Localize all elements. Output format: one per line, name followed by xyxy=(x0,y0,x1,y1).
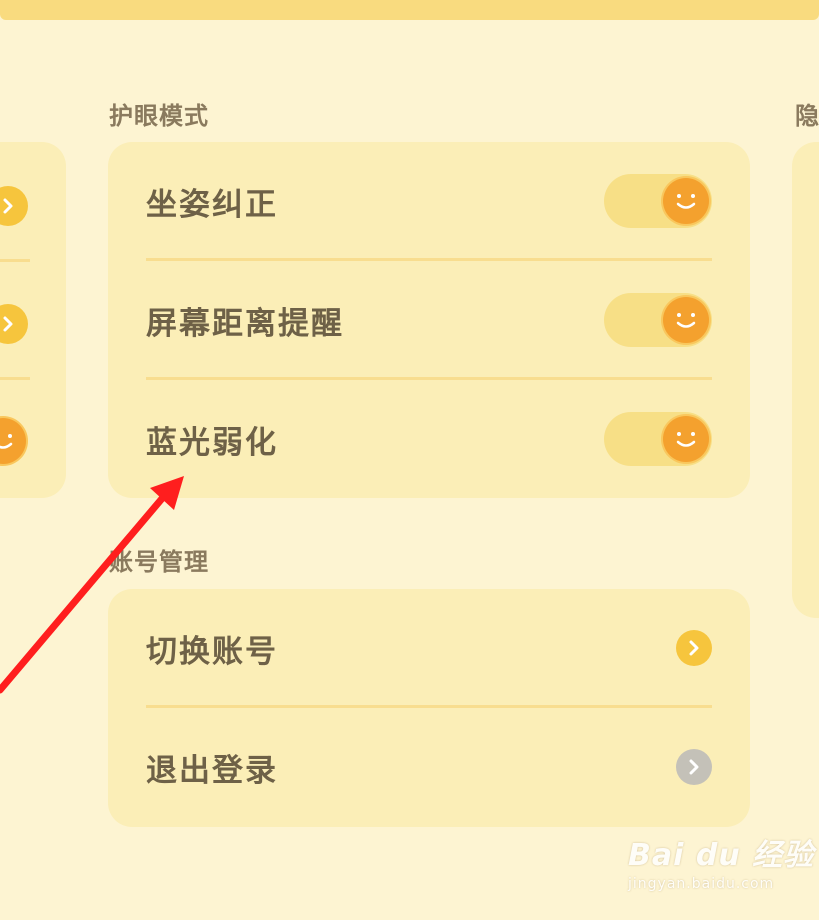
setting-label: 切换账号 xyxy=(146,633,278,670)
smiley-face-icon xyxy=(663,416,709,462)
chevron-right-icon[interactable] xyxy=(676,630,712,666)
setting-row-blue-light[interactable]: 蓝光弱化 xyxy=(146,380,712,498)
setting-label: 蓝光弱化 xyxy=(146,424,278,461)
section-title-eye-care: 护眼模式 xyxy=(109,102,209,130)
watermark-logo-text: Bai du 经验 xyxy=(628,838,815,873)
setting-label: 坐姿纠正 xyxy=(146,186,278,223)
posture-correction-toggle[interactable] xyxy=(604,174,712,228)
section-title-privacy: 隐 xyxy=(795,102,819,130)
section-title-account: 账号管理 xyxy=(109,548,209,576)
setting-row-logout[interactable]: 退出登录 xyxy=(146,708,712,826)
smiley-face-icon xyxy=(663,297,709,343)
smiley-face-icon[interactable] xyxy=(0,418,26,464)
smiley-face-icon xyxy=(663,178,709,224)
blue-light-toggle[interactable] xyxy=(604,412,712,466)
chevron-right-icon[interactable] xyxy=(0,186,28,226)
setting-label: 屏幕距离提醒 xyxy=(146,305,344,342)
setting-label: 退出登录 xyxy=(146,752,278,789)
left-settings-card xyxy=(0,142,66,498)
setting-row-screen-distance[interactable]: 屏幕距离提醒 xyxy=(146,261,712,379)
left-divider xyxy=(0,259,30,262)
screen-distance-toggle[interactable] xyxy=(604,293,712,347)
setting-row-switch-account[interactable]: 切换账号 xyxy=(146,589,712,707)
baidu-jingyan-watermark: Bai du 经验 jingyan.baidu.com xyxy=(628,830,814,892)
eye-care-card: 坐姿纠正 屏幕距离提醒 蓝光弱化 xyxy=(108,142,750,498)
account-card: 切换账号 退出登录 xyxy=(108,589,750,827)
chevron-right-icon[interactable] xyxy=(676,749,712,785)
setting-row-posture-correction[interactable]: 坐姿纠正 xyxy=(146,142,712,260)
left-divider xyxy=(0,377,30,380)
right-settings-card xyxy=(792,142,819,618)
chevron-right-icon[interactable] xyxy=(0,304,28,344)
top-header-bar xyxy=(0,0,819,20)
watermark-url: jingyan.baidu.com xyxy=(628,876,775,892)
